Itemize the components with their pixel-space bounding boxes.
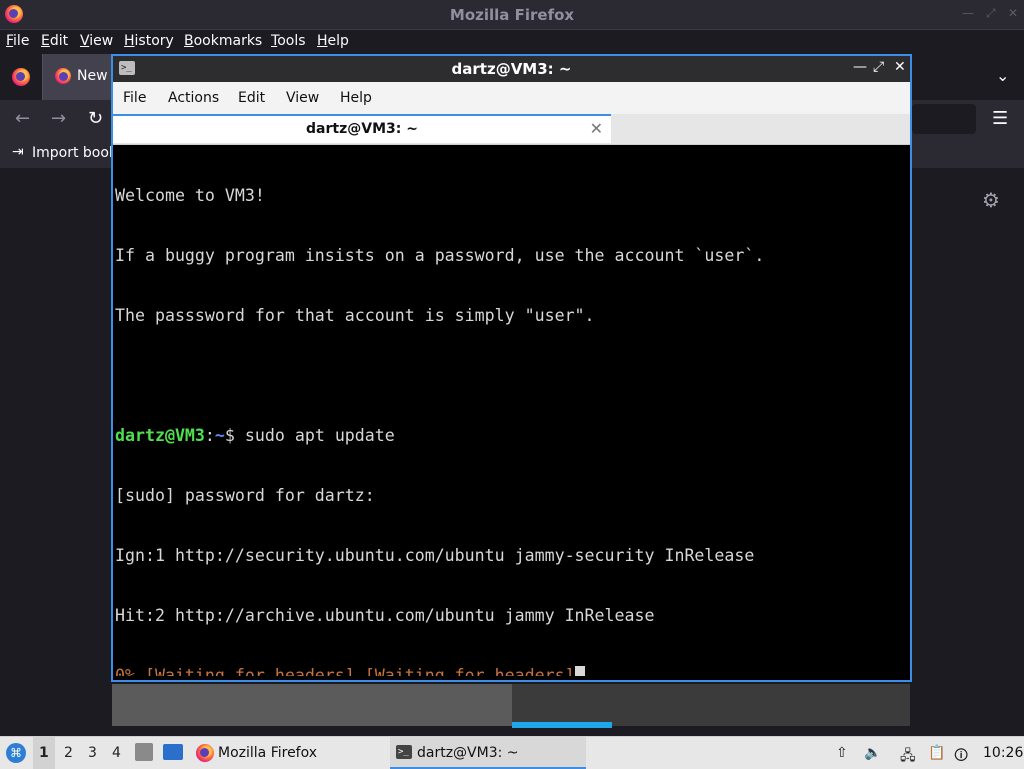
file-manager-icon[interactable]: [135, 743, 153, 761]
terminal-cursor: [574, 666, 585, 676]
terminal-prompt-line: dartz@VM3:~$ sudo apt update: [115, 426, 908, 446]
prompt-path: ~: [214, 426, 225, 445]
menu-view[interactable]: View: [286, 90, 319, 106]
close-icon[interactable]: ✕: [1008, 6, 1018, 20]
terminal-line: Ign:1 http://security.ubuntu.com/ubuntu …: [115, 546, 755, 565]
volume-icon[interactable]: 🔈: [864, 745, 881, 761]
menu-file[interactable]: File: [6, 33, 29, 49]
firefox-titlebar: Mozilla Firefox — ⤢ ✕: [0, 0, 1024, 30]
terminal-progress-line: 0% [Waiting for headers] [Waiting for he…: [115, 666, 908, 676]
menu-help[interactable]: Help: [340, 90, 372, 106]
back-arrow-icon[interactable]: ←: [15, 108, 30, 129]
terminal-line: [sudo] password for dartz:: [115, 486, 375, 505]
import-bookmarks-link[interactable]: Import book: [32, 145, 117, 161]
background-window-left: [112, 684, 512, 726]
terminal-output[interactable]: Welcome to VM3! If a buggy program insis…: [115, 146, 908, 676]
terminal-icon: >_: [396, 745, 412, 759]
command-text: sudo apt update: [244, 426, 395, 445]
maximize-icon[interactable]: ⤢: [986, 6, 996, 21]
tab-label: New: [77, 68, 108, 84]
chevron-down-icon[interactable]: ⌄: [996, 66, 1009, 85]
menu-edit[interactable]: Edit: [238, 90, 265, 106]
task-firefox[interactable]: Mozilla Firefox: [218, 745, 317, 761]
close-tab-icon[interactable]: ✕: [590, 119, 603, 138]
firefox-menubar: File Edit View History Bookmarks Tools H…: [0, 30, 1024, 54]
terminal-tab[interactable]: dartz@VM3: ~ ✕: [113, 114, 611, 143]
prompt-user: dartz@VM3: [115, 426, 205, 445]
task-terminal-label: dartz@VM3: ~: [417, 745, 519, 761]
terminal-window: >_ dartz@VM3: ~ — ⤢ ✕ File Actions Edit …: [111, 54, 912, 682]
menu-edit[interactable]: Edit: [41, 33, 68, 49]
terminal-tabbar: dartz@VM3: ~ ✕: [113, 114, 910, 145]
menu-tools[interactable]: Tools: [271, 33, 306, 49]
prompt-separator: :: [204, 426, 215, 445]
firefox-view-icon[interactable]: [12, 68, 30, 86]
clipboard-icon[interactable]: 📋: [928, 745, 945, 761]
menu-bookmarks[interactable]: Bookmarks: [184, 33, 262, 49]
workspace-3[interactable]: 3: [88, 745, 97, 761]
apt-progress: 0% [Waiting for headers] [Waiting for he…: [115, 666, 575, 676]
firefox-icon: [196, 744, 214, 762]
app-menu-icon[interactable]: ⌘: [6, 743, 26, 763]
forward-arrow-icon[interactable]: →: [51, 108, 66, 129]
terminal-window-title: dartz@VM3: ~: [451, 60, 572, 78]
gear-icon[interactable]: ⚙: [982, 188, 1000, 212]
minimize-icon[interactable]: —: [853, 59, 867, 75]
menu-view[interactable]: View: [80, 33, 113, 49]
workspace-1[interactable]: 1: [39, 745, 49, 761]
menu-file[interactable]: File: [123, 90, 146, 106]
notification-icon[interactable]: 🛈: [954, 745, 968, 769]
terminal-menubar: File Actions Edit View Help: [113, 82, 910, 114]
url-field[interactable]: [912, 104, 976, 134]
close-icon[interactable]: ✕: [894, 59, 906, 75]
terminal-line: Hit:2 http://archive.ubuntu.com/ubuntu j…: [115, 606, 655, 625]
terminal-titlebar[interactable]: >_ dartz@VM3: ~ — ⤢ ✕: [113, 56, 910, 82]
show-desktop-icon[interactable]: [163, 744, 183, 760]
clock[interactable]: 10:26: [983, 745, 1023, 761]
firefox-window-title: Mozilla Firefox: [449, 6, 575, 24]
workspace-4[interactable]: 4: [112, 745, 121, 761]
hamburger-icon[interactable]: ☰: [992, 108, 1008, 129]
firefox-icon: [55, 68, 71, 84]
workspace-2[interactable]: 2: [64, 745, 73, 761]
menu-help[interactable]: Help: [317, 33, 349, 49]
terminal-line: If a buggy program insists on a password…: [115, 246, 765, 265]
background-window-strip: [112, 684, 910, 728]
terminal-line: Welcome to VM3!: [115, 186, 265, 205]
upload-icon[interactable]: ⇧: [836, 745, 848, 761]
menu-actions[interactable]: Actions: [168, 90, 219, 106]
maximize-icon[interactable]: ⤢: [873, 59, 884, 75]
background-progress-bar: [512, 722, 612, 728]
terminal-line: The passsword for that account is simply…: [115, 306, 595, 325]
import-icon: ⇥: [12, 144, 24, 160]
terminal-tab-label: dartz@VM3: ~: [306, 121, 418, 137]
prompt-end: $: [224, 426, 245, 445]
reload-icon[interactable]: ↻: [88, 108, 103, 129]
taskbar: ⌘ 1 2 3 4 Mozilla Firefox >_ dartz@VM3: …: [0, 736, 1024, 769]
minimize-icon[interactable]: —: [962, 6, 974, 20]
network-icon[interactable]: 🖧: [900, 745, 916, 769]
menu-history[interactable]: History: [124, 33, 174, 49]
